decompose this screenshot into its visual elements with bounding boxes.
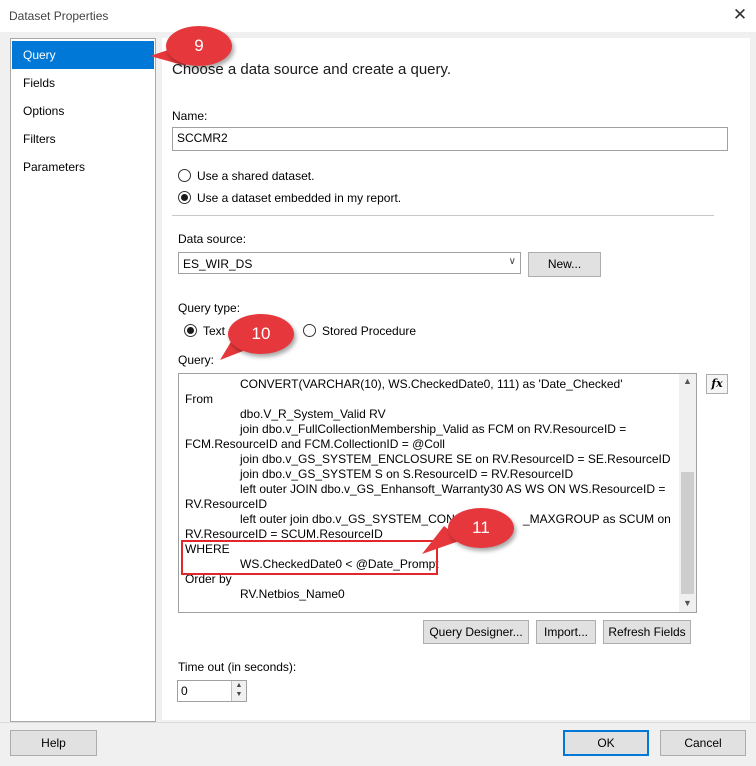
nav-item-query[interactable]: Query [12,41,154,69]
query-line: join dbo.v_GS_SYSTEM S on S.ResourceID =… [240,467,574,481]
window-title: Dataset Properties [9,9,109,23]
query-line: dbo.V_R_System_Valid RV [240,407,386,421]
callout-badge: 10 [228,314,294,354]
query-line: From [185,392,213,406]
callout-badge: 9 [166,26,232,66]
expression-button[interactable]: fx [706,374,728,394]
title-bar [0,0,756,32]
query-label: Query: [178,353,215,367]
query-line: join dbo.v_GS_SYSTEM_ENCLOSURE SE on RV.… [240,452,671,466]
query-designer-button[interactable]: Query Designer... [423,620,529,644]
chevron-down-icon: ∨ [508,256,516,267]
query-textarea[interactable]: CONVERT(VARCHAR(10), WS.CheckedDate0, 11… [178,373,697,613]
stepper-down-icon[interactable]: ▼ [232,691,246,698]
nav-item-parameters[interactable]: Parameters [12,153,154,181]
cancel-button[interactable]: Cancel [660,730,746,756]
radio-shared-label: Use a shared dataset. [197,169,315,183]
timeout-stepper[interactable]: 0 ▲ ▼ [177,680,247,702]
divider [172,215,714,216]
timeout-value: 0 [181,684,188,698]
query-line: CONVERT(VARCHAR(10), WS.CheckedDate0, 11… [240,377,623,391]
query-line: FCM.ResourceID and FCM.CollectionID = @C… [185,437,445,451]
query-scrollbar[interactable]: ▲ ▼ [679,374,696,612]
timeout-label: Time out (in seconds): [178,660,297,674]
datasource-dropdown[interactable]: ES_WIR_DS ∨ [178,252,521,274]
radio-query-type-text[interactable] [184,324,197,337]
callout-badge: 11 [448,508,514,548]
close-icon[interactable]: ✕ [730,4,750,26]
nav-item-filters[interactable]: Filters [12,125,154,153]
query-line: RV.ResourceID [185,497,268,511]
stepper-up-icon[interactable]: ▲ [232,682,246,689]
query-line: _MAXGROUP as SCUM on [523,512,671,526]
ok-button[interactable]: OK [563,730,649,756]
new-datasource-button[interactable]: New... [528,252,601,277]
stored-procedure-label: Stored Procedure [322,324,417,338]
scrollbar-thumb[interactable] [681,472,694,594]
radio-embedded-label: Use a dataset embedded in my report. [197,191,402,205]
nav-item-options[interactable]: Options [12,97,154,125]
import-button[interactable]: Import... [536,620,596,644]
refresh-fields-button[interactable]: Refresh Fields [603,620,691,644]
nav-pane: Query Fields Options Filters Parameters [10,38,156,722]
datasource-label: Data source: [178,232,247,246]
stepper-buttons[interactable]: ▲ ▼ [231,681,246,701]
footer-divider [0,722,756,723]
name-field[interactable]: SCCMR2 [172,127,728,151]
name-label: Name: [172,109,208,123]
help-button[interactable]: Help [10,730,97,756]
query-line: left outer JOIN dbo.v_GS_Enhansoft_Warra… [240,482,666,496]
query-line: RV.ResourceID = SCUM.ResourceID [185,527,383,541]
query-line: join dbo.v_FullCollectionMembership_Vali… [240,422,627,436]
nav-item-fields[interactable]: Fields [12,69,154,97]
scroll-up-icon[interactable]: ▲ [679,376,696,386]
datasource-value: ES_WIR_DS [183,257,253,271]
radio-stored-procedure[interactable] [303,324,316,337]
radio-embedded-dataset[interactable] [178,191,191,204]
radio-shared-dataset[interactable] [178,169,191,182]
query-type-label: Query type: [178,301,241,315]
where-clause-highlight [181,540,438,575]
scroll-down-icon[interactable]: ▼ [679,598,696,608]
query-line: RV.Netbios_Name0 [240,587,345,601]
